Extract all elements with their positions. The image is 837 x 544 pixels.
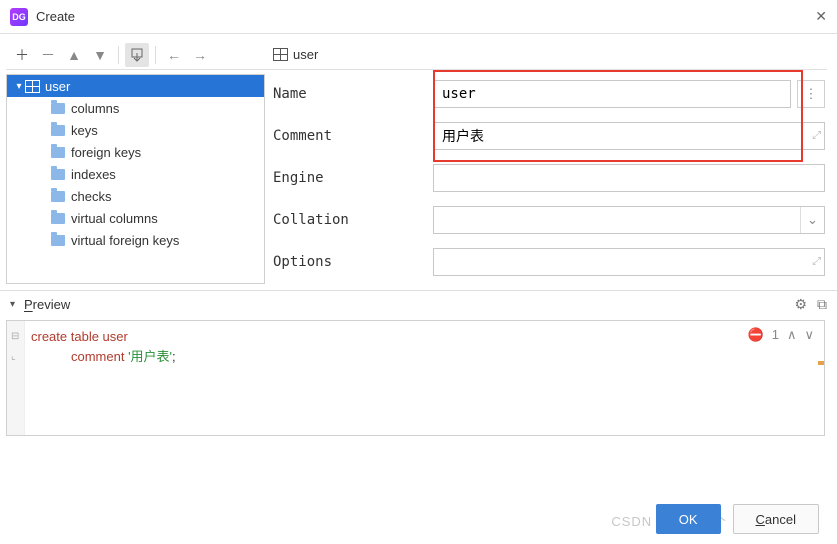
- tree-item-virtual-foreign-keys[interactable]: virtual foreign keys: [7, 229, 264, 251]
- chevron-down-icon[interactable]: ⌄: [800, 207, 824, 233]
- folder-icon: [51, 169, 65, 180]
- tree-toolbar: ＋ － ▲ ▼ ← →: [6, 40, 265, 70]
- inspection-widget[interactable]: ⛔ 1 ∧ ∨: [748, 325, 814, 345]
- remove-button: －: [36, 43, 60, 67]
- breadcrumb: user: [265, 40, 827, 70]
- collation-select[interactable]: ⌄: [433, 206, 825, 234]
- folder-icon: [51, 191, 65, 202]
- gear-icon[interactable]: ⚙: [794, 296, 807, 313]
- error-count: 1: [772, 325, 779, 345]
- folder-icon: [51, 103, 65, 114]
- folder-icon: [51, 125, 65, 136]
- tree-item-virtual-columns[interactable]: virtual columns: [7, 207, 264, 229]
- folder-icon: [51, 213, 65, 224]
- breadcrumb-label: user: [293, 47, 318, 62]
- engine-input[interactable]: [433, 164, 825, 192]
- ok-button[interactable]: OK: [656, 504, 721, 534]
- options-input[interactable]: [433, 248, 825, 276]
- table-icon: [273, 49, 287, 61]
- collation-label: Collation: [273, 212, 433, 228]
- structure-pane: ＋ － ▲ ▼ ← → ▾ user columns keys foreign …: [0, 34, 265, 290]
- table-icon: [25, 80, 39, 92]
- next-error-icon[interactable]: ∨: [804, 325, 814, 345]
- down-button: ▼: [88, 43, 112, 67]
- comment-label: Comment: [273, 128, 433, 144]
- window-title: Create: [36, 9, 815, 24]
- tree-item-columns[interactable]: columns: [7, 97, 264, 119]
- table-form: Name ⋮ Comment ⤢ Engine: [265, 70, 827, 276]
- popout-icon[interactable]: ⧉: [817, 296, 827, 313]
- dialog-buttons: OK Cancel: [656, 504, 819, 534]
- tree-root-label: user: [45, 79, 70, 94]
- preview-title: Preview: [24, 297, 784, 312]
- tree-root-user[interactable]: ▾ user: [7, 75, 264, 97]
- close-icon[interactable]: ✕: [815, 8, 827, 25]
- name-more-button[interactable]: ⋮: [797, 80, 825, 108]
- sql-preview-editor[interactable]: ⊟ ⌞ create table user comment '用户表'; ⛔ 1…: [6, 320, 825, 436]
- name-label: Name: [273, 86, 433, 102]
- add-button[interactable]: ＋: [10, 43, 34, 67]
- detail-pane: user Name ⋮ Comment ⤢ Engin: [265, 34, 837, 290]
- preview-header: ▾ Preview ⚙ ⧉: [0, 290, 837, 318]
- scroll-from-source-icon[interactable]: [125, 43, 149, 67]
- error-stripe[interactable]: [818, 361, 824, 365]
- options-label: Options: [273, 254, 433, 270]
- back-button: ←: [162, 43, 186, 67]
- titlebar: DG Create ✕: [0, 0, 837, 34]
- tree-item-foreign-keys[interactable]: foreign keys: [7, 141, 264, 163]
- up-button: ▲: [62, 43, 86, 67]
- prev-error-icon[interactable]: ∧: [787, 325, 797, 345]
- name-input[interactable]: [433, 80, 791, 108]
- forward-button: →: [188, 43, 212, 67]
- editor-gutter: ⊟ ⌞: [7, 321, 25, 435]
- app-icon: DG: [10, 8, 28, 26]
- folder-icon: [51, 147, 65, 158]
- folder-icon: [51, 235, 65, 246]
- chevron-down-icon[interactable]: ▾: [13, 81, 25, 92]
- engine-label: Engine: [273, 170, 433, 186]
- object-tree[interactable]: ▾ user columns keys foreign keys indexes…: [6, 74, 265, 284]
- chevron-down-icon[interactable]: ▾: [10, 299, 24, 310]
- tree-item-checks[interactable]: checks: [7, 185, 264, 207]
- tree-item-indexes[interactable]: indexes: [7, 163, 264, 185]
- comment-input[interactable]: [433, 122, 825, 150]
- error-icon: ⛔: [748, 325, 764, 345]
- cancel-button[interactable]: Cancel: [733, 504, 819, 534]
- tree-item-keys[interactable]: keys: [7, 119, 264, 141]
